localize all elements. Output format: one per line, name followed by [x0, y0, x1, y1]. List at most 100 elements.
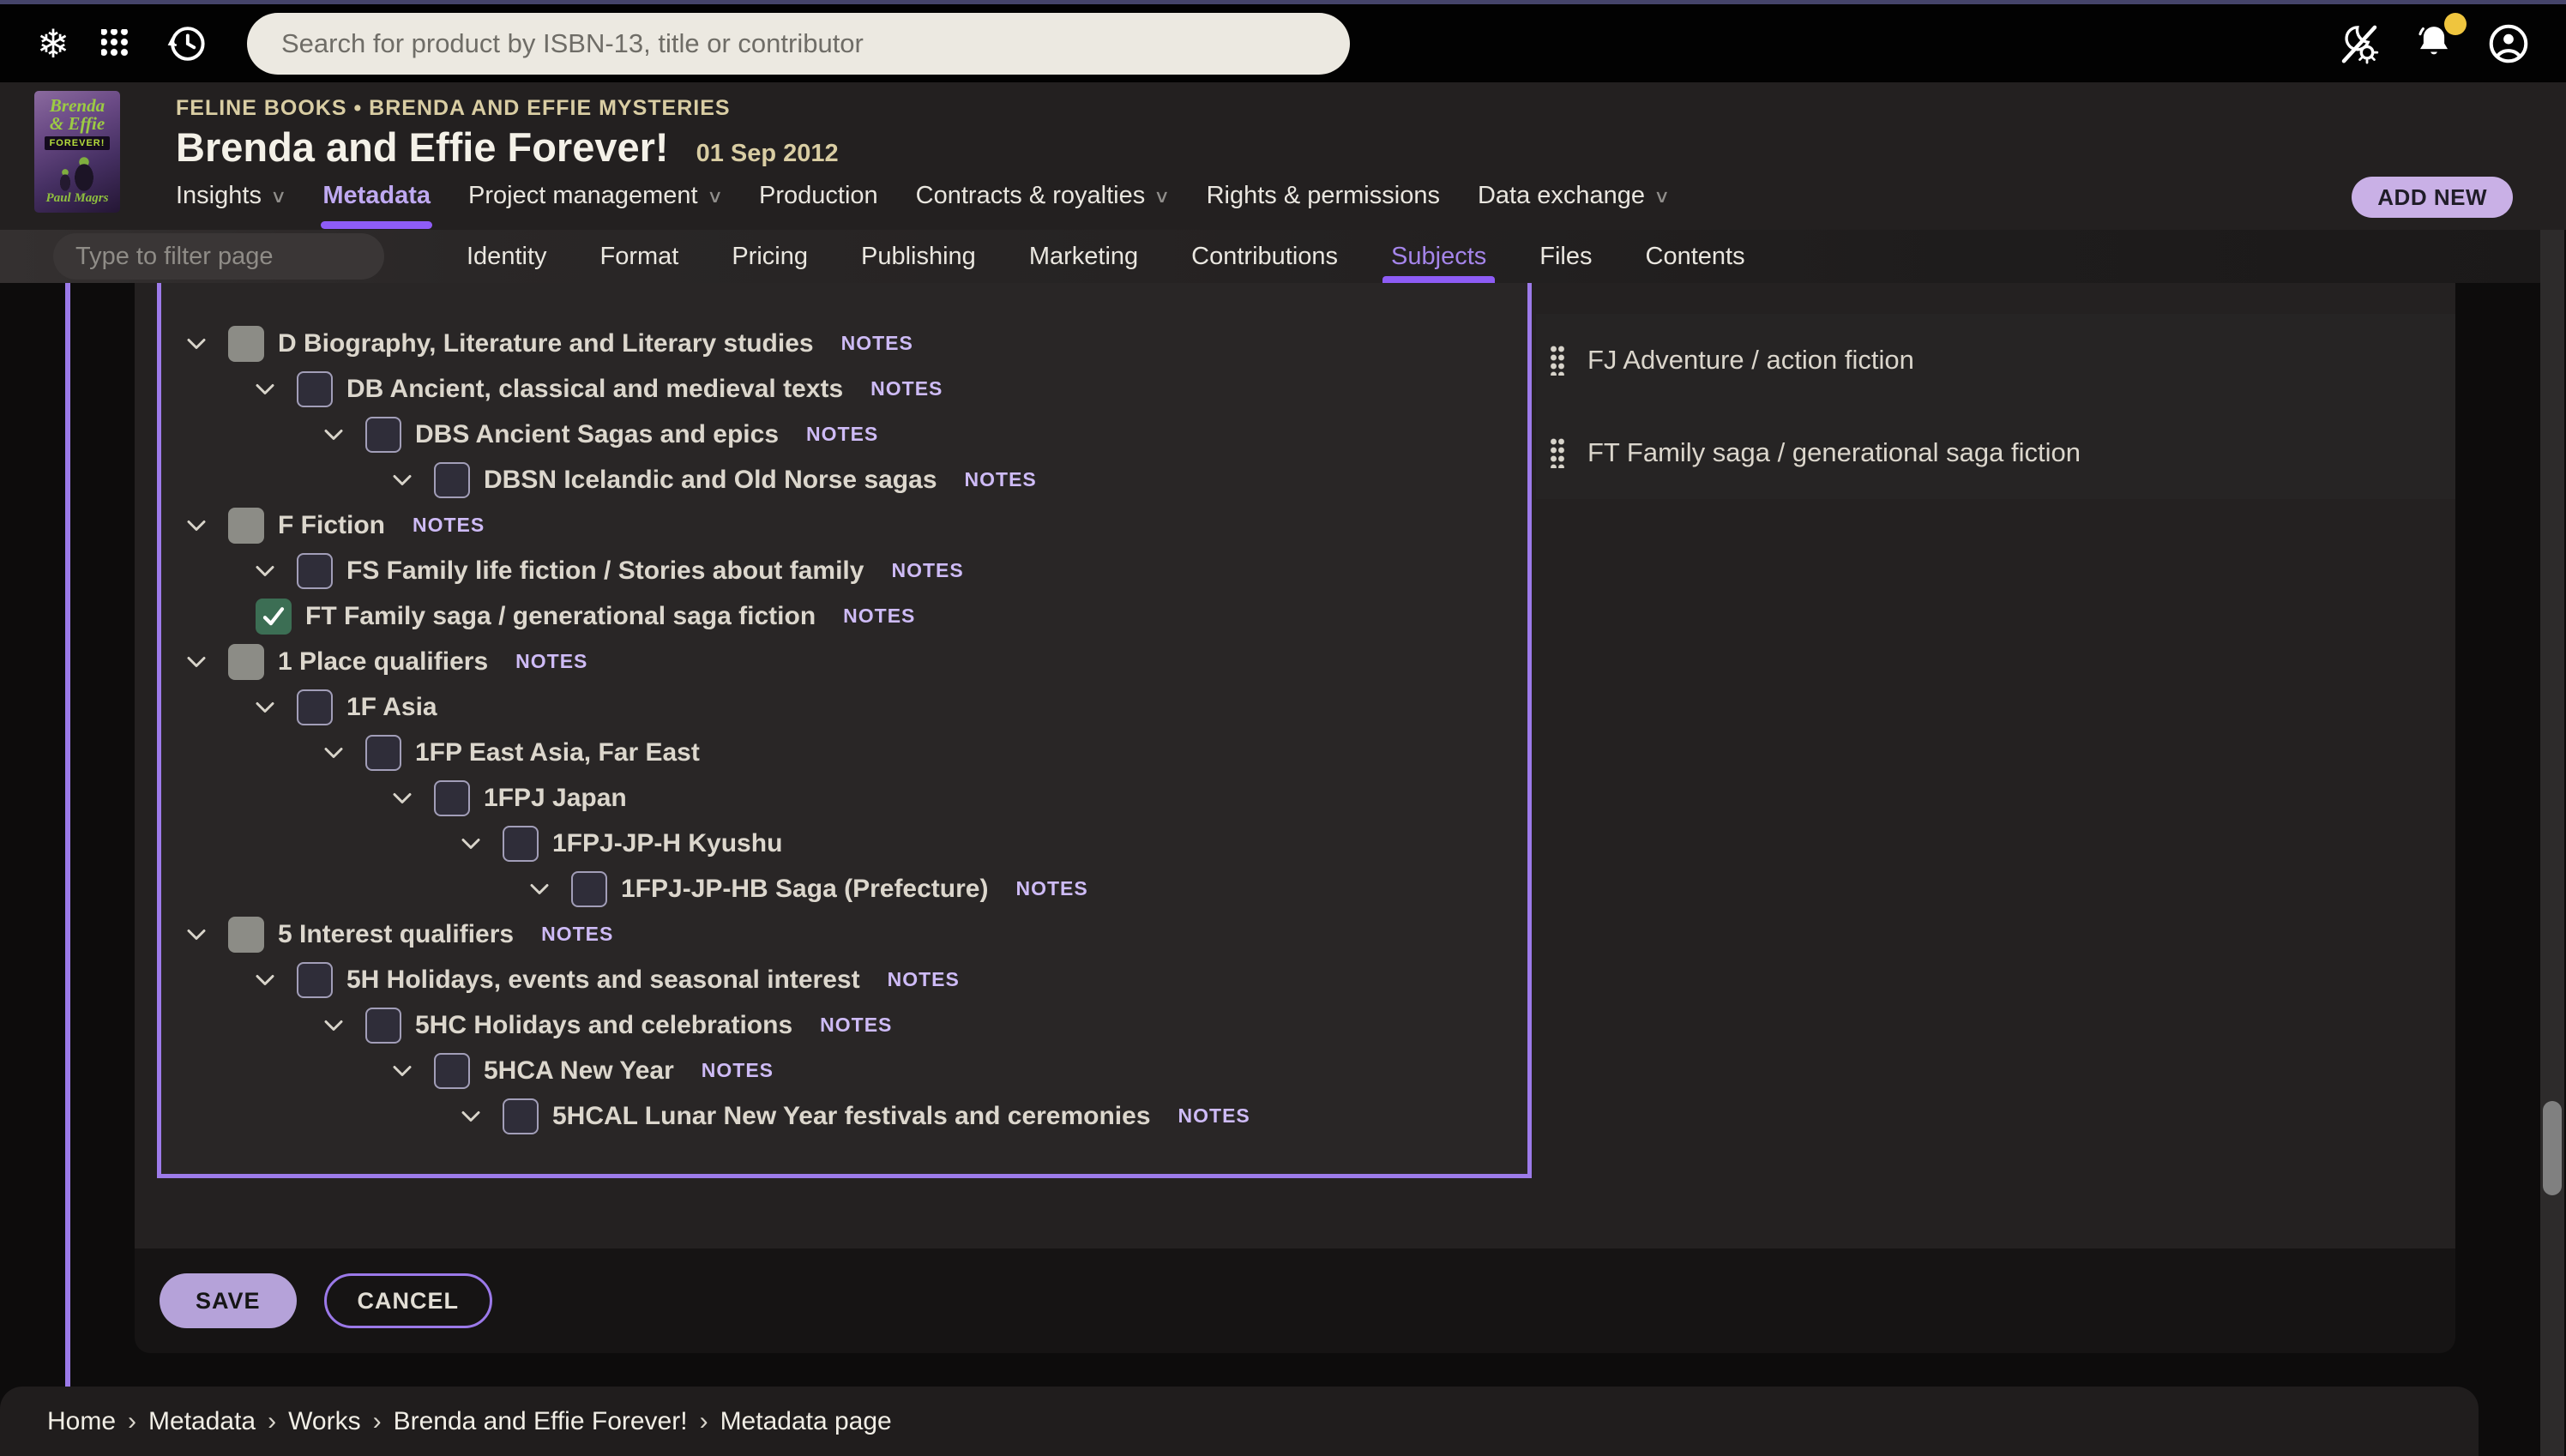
subject-checkbox-1[interactable]: [228, 644, 264, 680]
notes-link[interactable]: NOTES: [891, 559, 963, 582]
snowflake-icon[interactable]: ❄: [26, 21, 81, 67]
subject-checkbox-1fpj-jp-h[interactable]: [503, 826, 539, 862]
chevron-down-icon[interactable]: [393, 792, 434, 804]
subject-checkbox-1fp[interactable]: [365, 735, 401, 771]
subject-checkbox-ft[interactable]: [256, 599, 292, 635]
chevron-down-icon[interactable]: [187, 656, 228, 668]
chevron-down-icon[interactable]: [530, 883, 571, 895]
chevron-down-icon[interactable]: [256, 565, 297, 577]
breadcrumb-item-metadata[interactable]: Metadata: [148, 1407, 256, 1436]
chevron-down-icon[interactable]: [393, 1065, 434, 1077]
search-input[interactable]: [247, 28, 1350, 59]
scrollbar-thumb[interactable]: [2543, 1101, 2562, 1195]
notes-link[interactable]: NOTES: [702, 1059, 774, 1082]
subject-label[interactable]: FT Family saga / generational saga ficti…: [305, 602, 816, 631]
subject-label[interactable]: DBSN Icelandic and Old Norse sagas: [484, 466, 937, 495]
notes-link[interactable]: NOTES: [806, 423, 878, 446]
notes-link[interactable]: NOTES: [1178, 1104, 1250, 1128]
chevron-down-icon[interactable]: [256, 701, 297, 713]
tab-format[interactable]: Format: [600, 230, 679, 283]
subject-checkbox-5[interactable]: [228, 917, 264, 953]
subject-checkbox-5h[interactable]: [297, 962, 333, 998]
nav-item-rights-permissions[interactable]: Rights & permissions: [1207, 182, 1440, 214]
nav-item-metadata[interactable]: Metadata: [322, 182, 431, 214]
subject-label[interactable]: 5HC Holidays and celebrations: [415, 1011, 792, 1040]
chevron-down-icon[interactable]: [187, 338, 228, 350]
notes-link[interactable]: NOTES: [1015, 877, 1087, 900]
tab-pricing[interactable]: Pricing: [732, 230, 808, 283]
subject-checkbox-5hc[interactable]: [365, 1008, 401, 1044]
notes-link[interactable]: NOTES: [843, 605, 915, 628]
chevron-down-icon[interactable]: [461, 838, 503, 850]
subject-checkbox-5hca[interactable]: [434, 1053, 470, 1089]
nav-item-data-exchange[interactable]: Data exchange∨: [1478, 182, 1668, 214]
notes-link[interactable]: NOTES: [820, 1014, 892, 1037]
account-icon[interactable]: [2485, 21, 2532, 67]
chevron-down-icon[interactable]: [256, 974, 297, 986]
subject-label[interactable]: D Biography, Literature and Literary stu…: [278, 329, 814, 358]
chevron-down-icon[interactable]: [187, 929, 228, 941]
notes-link[interactable]: NOTES: [870, 377, 943, 400]
add-new-button[interactable]: ADD NEW: [2352, 177, 2513, 218]
chevron-down-icon[interactable]: [461, 1110, 503, 1122]
subject-label[interactable]: DBS Ancient Sagas and epics: [415, 420, 779, 449]
cancel-button[interactable]: CANCEL: [324, 1273, 493, 1328]
drag-handle-icon[interactable]: [1550, 345, 1565, 376]
notifications-bell-icon[interactable]: [2412, 21, 2456, 66]
tab-contributions[interactable]: Contributions: [1191, 230, 1338, 283]
breadcrumb-item-home[interactable]: Home: [47, 1407, 116, 1436]
notes-link[interactable]: NOTES: [965, 468, 1037, 491]
subject-label[interactable]: 5 Interest qualifiers: [278, 920, 514, 949]
subject-label[interactable]: 5HCAL Lunar New Year festivals and cerem…: [552, 1102, 1151, 1131]
breadcrumb-item-brenda-and-effie-forever[interactable]: Brenda and Effie Forever!: [394, 1407, 688, 1436]
subject-checkbox-dbs[interactable]: [365, 417, 401, 453]
tab-files[interactable]: Files: [1539, 230, 1592, 283]
subject-checkbox-dbsn[interactable]: [434, 462, 470, 498]
breadcrumb-item-works[interactable]: Works: [288, 1407, 360, 1436]
subject-checkbox-fs[interactable]: [297, 553, 333, 589]
nav-item-contracts-royalties[interactable]: Contracts & royalties∨: [916, 182, 1169, 214]
nav-item-project-management[interactable]: Project management∨: [468, 182, 721, 214]
notes-link[interactable]: NOTES: [841, 332, 913, 355]
filter-input[interactable]: [53, 243, 384, 271]
subject-label[interactable]: 1F Asia: [346, 693, 437, 722]
subject-label[interactable]: FS Family life fiction / Stories about f…: [346, 557, 864, 586]
subject-checkbox-db[interactable]: [297, 371, 333, 407]
tab-contents[interactable]: Contents: [1646, 230, 1745, 283]
selected-subject-row[interactable]: FJ Adventure / action fiction: [1536, 314, 2455, 406]
tab-publishing[interactable]: Publishing: [861, 230, 976, 283]
subject-label[interactable]: 1FP East Asia, Far East: [415, 738, 700, 767]
subject-checkbox-1fpj-jp-hb[interactable]: [571, 871, 607, 907]
chevron-down-icon[interactable]: [324, 747, 365, 759]
subject-label[interactable]: 1FPJ Japan: [484, 784, 627, 813]
subject-label[interactable]: DB Ancient, classical and medieval texts: [346, 375, 843, 404]
subject-checkbox-d[interactable]: [228, 326, 264, 362]
chevron-down-icon[interactable]: [187, 520, 228, 532]
chevron-down-icon[interactable]: [393, 474, 434, 486]
subject-label[interactable]: 1 Place qualifiers: [278, 647, 488, 677]
notes-link[interactable]: NOTES: [515, 650, 587, 673]
subject-label[interactable]: 1FPJ-JP-H Kyushu: [552, 829, 782, 858]
subject-checkbox-5hcal[interactable]: [503, 1098, 539, 1134]
theme-toggle-icon[interactable]: [2336, 21, 2382, 67]
tab-subjects[interactable]: Subjects: [1391, 230, 1486, 283]
nav-item-insights[interactable]: Insights∨: [176, 182, 285, 214]
subject-label[interactable]: F Fiction: [278, 511, 385, 540]
subject-checkbox-1f[interactable]: [297, 689, 333, 725]
save-button[interactable]: SAVE: [160, 1273, 297, 1328]
chevron-down-icon[interactable]: [324, 1020, 365, 1032]
tab-marketing[interactable]: Marketing: [1029, 230, 1138, 283]
selected-subject-row[interactable]: FT Family saga / generational saga ficti…: [1536, 406, 2455, 499]
history-icon[interactable]: [165, 21, 209, 66]
app-grid-icon[interactable]: [101, 29, 130, 58]
chevron-down-icon[interactable]: [324, 429, 365, 441]
drag-handle-icon[interactable]: [1550, 437, 1565, 468]
subject-label[interactable]: 1FPJ-JP-HB Saga (Prefecture): [621, 875, 988, 904]
subject-checkbox-1fpj[interactable]: [434, 780, 470, 816]
chevron-down-icon[interactable]: [256, 383, 297, 395]
nav-item-production[interactable]: Production: [759, 182, 878, 214]
subject-checkbox-f[interactable]: [228, 508, 264, 544]
notes-link[interactable]: NOTES: [541, 923, 613, 946]
subject-label[interactable]: 5HCA New Year: [484, 1056, 674, 1086]
notes-link[interactable]: NOTES: [888, 968, 960, 991]
